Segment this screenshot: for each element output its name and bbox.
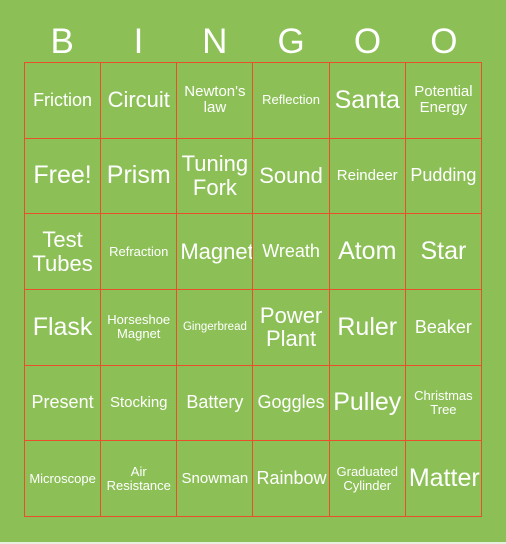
bingo-cell-label: Snowman bbox=[181, 469, 249, 487]
bingo-cell-label: Atom bbox=[338, 237, 397, 266]
bingo-cell-label: Battery bbox=[186, 392, 244, 413]
bingo-cell[interactable]: Pudding bbox=[405, 138, 482, 215]
bingo-cell-label: Horseshoe Magnet bbox=[107, 312, 171, 342]
bingo-cell-label: Present bbox=[31, 392, 94, 413]
bingo-cell[interactable]: Power Plant bbox=[253, 289, 330, 366]
bingo-cell-label: Power Plant bbox=[259, 302, 323, 352]
bingo-cell[interactable]: Graduated Cylinder bbox=[329, 441, 406, 517]
bingo-cell-label: Rainbow bbox=[256, 467, 327, 488]
bingo-cell[interactable]: Reflection bbox=[253, 63, 330, 139]
bingo-cell-label: Magnet bbox=[180, 238, 254, 264]
bingo-header-letter: N bbox=[202, 21, 228, 61]
bingo-cell-label: Reindeer bbox=[336, 166, 398, 184]
bingo-cell-label: Free! bbox=[33, 161, 92, 190]
bingo-cell[interactable]: Tuning Fork bbox=[177, 138, 254, 215]
bingo-header-letter: G bbox=[277, 21, 305, 61]
bingo-cell[interactable]: Atom bbox=[329, 214, 406, 290]
bingo-cell-label: Tuning Fork bbox=[181, 151, 249, 200]
bingo-cell[interactable]: Test Tubes bbox=[25, 214, 102, 290]
bingo-cell[interactable]: Present bbox=[25, 365, 102, 442]
bingo-cell[interactable]: Friction bbox=[25, 63, 102, 139]
bingo-cell[interactable]: Christmas Tree bbox=[405, 365, 482, 442]
bingo-cell[interactable]: Snowman bbox=[177, 441, 254, 517]
bingo-cell-label: Star bbox=[420, 237, 467, 266]
bingo-cell[interactable]: Beaker bbox=[405, 289, 482, 366]
bingo-cell[interactable]: Matter bbox=[405, 441, 482, 517]
bingo-cell-label: Gingerbread bbox=[182, 321, 247, 334]
bingo-cell[interactable]: Star bbox=[405, 214, 482, 290]
bingo-cell[interactable]: Flask bbox=[25, 289, 102, 366]
bingo-cell[interactable]: Horseshoe Magnet bbox=[101, 289, 178, 366]
bingo-cell-label: Goggles bbox=[257, 392, 325, 413]
bingo-cell[interactable]: Air Resistance bbox=[101, 441, 178, 517]
bingo-cell-label: Potential Energy bbox=[414, 83, 473, 117]
bingo-cell-label: Test Tubes bbox=[32, 226, 93, 276]
bingo-cell[interactable]: Magnet bbox=[177, 214, 254, 290]
bingo-cell[interactable]: Refraction bbox=[101, 214, 178, 290]
bingo-cell[interactable]: Potential Energy bbox=[405, 63, 482, 139]
bingo-cell[interactable]: Stocking bbox=[101, 365, 178, 442]
bingo-header-letter: O bbox=[430, 21, 458, 61]
bingo-cell[interactable]: Pulley bbox=[329, 365, 406, 442]
bingo-cell-label: Stocking bbox=[109, 393, 168, 411]
bingo-cell-label: Santa bbox=[334, 85, 400, 114]
bingo-cell[interactable]: Ruler bbox=[329, 289, 406, 366]
bingo-cell-label: Pudding bbox=[410, 165, 477, 186]
bingo-cell-label: Sound bbox=[259, 163, 323, 189]
bingo-cell-label: Ruler bbox=[337, 312, 398, 341]
bingo-cell-label: Wreath bbox=[262, 240, 320, 261]
bingo-cell[interactable]: Free! bbox=[25, 138, 102, 215]
bingo-cell-label: Friction bbox=[33, 89, 93, 110]
bingo-header-letter: O bbox=[353, 21, 382, 61]
bingo-cell-label: Refraction bbox=[109, 243, 169, 259]
bingo-cell-label: Circuit bbox=[107, 87, 170, 113]
bingo-cell[interactable]: Battery bbox=[177, 365, 254, 442]
bingo-cell-label: Beaker bbox=[414, 316, 472, 337]
bingo-header-letter: I bbox=[133, 21, 144, 61]
bingo-cell-label: Matter bbox=[408, 464, 480, 493]
bingo-header-letter: B bbox=[50, 21, 74, 61]
bingo-cell-label: Christmas Tree bbox=[414, 387, 473, 417]
bingo-cell[interactable]: Newton's law bbox=[177, 63, 254, 139]
bingo-grid: Friction Circuit Newton's law Reflection San… bbox=[24, 62, 482, 517]
bingo-cell-label: Graduated Cylinder bbox=[336, 463, 398, 493]
bingo-cell-label: Reflection bbox=[262, 92, 320, 108]
bingo-cell[interactable]: Goggles bbox=[253, 365, 330, 442]
bingo-cell[interactable]: Wreath bbox=[253, 214, 330, 290]
bingo-cell-label: Microscope bbox=[29, 470, 96, 486]
bingo-cell-label: Flask bbox=[32, 312, 93, 341]
bingo-card: B I N G O O Friction Circuit Newton's law Reflec… bbox=[0, 0, 506, 542]
bingo-cell[interactable]: Microscope bbox=[25, 441, 102, 517]
bingo-cell[interactable]: Prism bbox=[101, 138, 178, 215]
bingo-cell[interactable]: Reindeer bbox=[329, 138, 406, 215]
bingo-cell[interactable]: Gingerbread bbox=[177, 289, 254, 366]
bingo-cell[interactable]: Santa bbox=[329, 63, 406, 139]
bingo-cell[interactable]: Sound bbox=[253, 138, 330, 215]
bingo-cell[interactable]: Rainbow bbox=[253, 441, 330, 517]
bingo-cell-label: Newton's law bbox=[184, 83, 246, 117]
bingo-header-row: BINGOO bbox=[24, 20, 482, 62]
bingo-cell-label: Prism bbox=[106, 161, 171, 190]
bingo-cell-label: Air Resistance bbox=[106, 463, 171, 493]
bingo-cell-label: Pulley bbox=[333, 388, 402, 417]
bingo-cell[interactable]: Circuit bbox=[101, 63, 178, 139]
